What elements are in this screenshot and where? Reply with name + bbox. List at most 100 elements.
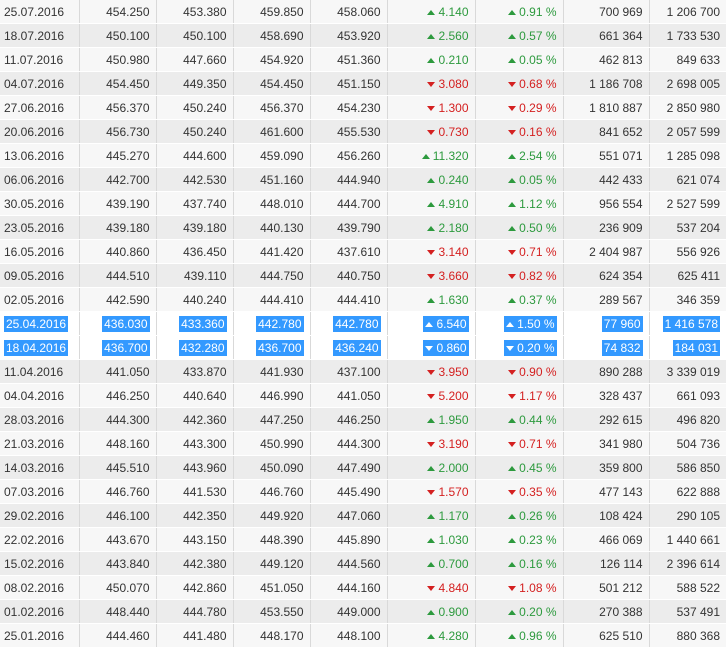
close-value: 446.250 (337, 412, 381, 427)
low-value: 442.380 (183, 556, 227, 571)
close-cell: 444.410 (310, 287, 388, 312)
close-cell: 447.060 (310, 503, 388, 528)
high-cell: 459.850 (233, 0, 311, 24)
arrow-up-icon (508, 9, 517, 15)
change-percent-text: 0.26 % (519, 508, 557, 523)
low-cell: 444.780 (156, 599, 234, 624)
date-cell: 27.06.2016 (0, 95, 80, 120)
open-value: 445.270 (106, 148, 150, 163)
table-row[interactable]: 06.06.2016 442.700 442.530 451.160 444.940 0.… (0, 167, 726, 192)
low-value: 432.280 (179, 339, 227, 356)
open-cell: 446.250 (79, 383, 157, 408)
table-row[interactable]: 18.07.2016 450.100 450.100 458.690 453.920 2.… (0, 23, 726, 48)
table-row[interactable]: 29.02.2016 446.100 442.350 449.920 447.060 1.… (0, 503, 726, 528)
arrow-up-icon (427, 609, 436, 615)
high-value: 441.930 (260, 364, 304, 379)
open-value: 450.100 (106, 28, 150, 43)
table-row[interactable]: 18.04.2016 436.700 432.280 436.700 436.240 0.… (0, 335, 726, 360)
turnover-cell: 1 440 661 (649, 527, 726, 552)
volume-cell: 477 143 (563, 479, 650, 504)
low-value: 453.380 (183, 4, 227, 19)
table-row[interactable]: 22.02.2016 443.670 443.150 448.390 445.890 1.… (0, 527, 726, 552)
low-cell: 443.300 (156, 431, 234, 456)
table-row[interactable]: 21.03.2016 448.160 443.300 450.990 444.300 3.… (0, 431, 726, 456)
table-row[interactable]: 09.05.2016 444.510 439.110 444.750 440.750 3.… (0, 263, 726, 288)
date-value: 18.07.2016 (4, 28, 65, 43)
table-row[interactable]: 11.04.2016 441.050 433.870 441.930 437.100 3.… (0, 359, 726, 384)
change-percent-cell: 0.68 % (475, 71, 564, 96)
arrow-up-icon (506, 321, 515, 327)
change-text: 1.170 (438, 508, 469, 523)
table-row[interactable]: 08.02.2016 450.070 442.860 451.050 444.160 4.… (0, 575, 726, 600)
change-percent-cell: 1.17 % (475, 383, 564, 408)
table-row[interactable]: 13.06.2016 445.270 444.600 459.090 456.260 11… (0, 143, 726, 168)
high-cell: 456.370 (233, 95, 311, 120)
table-row[interactable]: 11.07.2016 450.980 447.660 454.920 451.360 0.… (0, 47, 726, 72)
table-row[interactable]: 30.05.2016 439.190 437.740 448.010 444.700 4.… (0, 191, 726, 216)
change-text: 0.900 (438, 604, 469, 619)
change-percent-text: 0.20 % (519, 604, 557, 619)
change-percent-value: 1.12 % (519, 197, 556, 211)
table-row[interactable]: 01.02.2016 448.440 444.780 453.550 449.000 0.… (0, 599, 726, 624)
change-text: 4.140 (438, 4, 469, 19)
low-value: 443.150 (183, 532, 227, 547)
volume-value: 442 433 (599, 172, 643, 187)
low-value: 439.110 (184, 268, 227, 283)
volume-value: 841 652 (599, 124, 643, 139)
volume-cell: 74 832 (563, 335, 650, 360)
date-value: 25.01.2016 (4, 628, 65, 643)
table-row[interactable]: 23.05.2016 439.180 439.180 440.130 439.790 2.… (0, 215, 726, 240)
open-value: 454.450 (106, 76, 150, 91)
low-cell: 442.530 (156, 167, 234, 192)
high-cell: 458.690 (233, 23, 311, 48)
low-cell: 440.640 (156, 383, 234, 408)
arrow-up-icon (508, 561, 517, 567)
high-value: 440.130 (260, 220, 304, 235)
table-row[interactable]: 02.05.2016 442.590 440.240 444.410 444.410 1.… (0, 287, 726, 312)
high-value: 450.090 (260, 460, 304, 475)
open-cell: 442.700 (79, 167, 157, 192)
change-value: 1.300 (438, 101, 468, 115)
change-value: 4.280 (438, 629, 468, 643)
open-cell: 456.730 (79, 119, 157, 144)
table-row[interactable]: 28.03.2016 444.300 442.360 447.250 446.250 1.… (0, 407, 726, 432)
change-value: 2.180 (438, 221, 468, 235)
change-cell: 4.140 (387, 0, 476, 24)
weekly-quotes-table: 25.07.2016 454.250 453.380 459.850 458.060 4.… (0, 0, 726, 648)
table-row[interactable]: 16.05.2016 440.860 436.450 441.420 437.610 3.… (0, 239, 726, 264)
change-percent-cell: 0.29 % (475, 95, 564, 120)
low-value: 442.350 (183, 508, 227, 523)
change-percent-cell: 0.20 % (475, 335, 564, 360)
table-row[interactable]: 04.04.2016 446.250 440.640 446.990 441.050 5.… (0, 383, 726, 408)
open-cell: 456.370 (79, 95, 157, 120)
table-row[interactable]: 15.02.2016 443.840 442.380 449.120 444.560 0.… (0, 551, 726, 576)
volume-value: 1 186 708 (589, 76, 643, 91)
table-row[interactable]: 20.06.2016 456.730 450.240 461.600 455.530 0.… (0, 119, 726, 144)
table-row[interactable]: 25.01.2016 444.460 441.480 448.170 448.100 4.… (0, 623, 726, 648)
turnover-cell: 290 105 (649, 503, 726, 528)
change-cell: 4.910 (387, 191, 476, 216)
table-row[interactable]: 04.07.2016 454.450 449.350 454.450 451.150 3.… (0, 71, 726, 96)
open-value: 444.460 (106, 628, 150, 643)
table-row[interactable]: 14.03.2016 445.510 443.960 450.090 447.490 2.… (0, 455, 726, 480)
table-row[interactable]: 25.04.2016 436.030 433.360 442.780 442.780 6.… (0, 311, 726, 336)
low-cell: 433.870 (156, 359, 234, 384)
close-cell: 444.940 (310, 167, 388, 192)
turnover-value: 586 850 (676, 460, 720, 475)
date-cell: 23.05.2016 (0, 215, 80, 240)
low-value: 447.660 (183, 52, 227, 67)
turnover-cell: 588 522 (649, 575, 726, 600)
table-row[interactable]: 27.06.2016 456.370 450.240 456.370 454.230 1.… (0, 95, 726, 120)
change-value: 1.950 (438, 413, 468, 427)
change-value: 1.030 (438, 533, 468, 547)
open-value: 456.730 (106, 124, 150, 139)
table-row[interactable]: 07.03.2016 446.760 441.530 446.760 445.490 1.… (0, 479, 726, 504)
volume-cell: 77 960 (563, 311, 650, 336)
low-cell: 443.150 (156, 527, 234, 552)
close-cell: 446.250 (310, 407, 388, 432)
table-row[interactable]: 25.07.2016 454.250 453.380 459.850 458.060 4.… (0, 0, 726, 24)
low-cell: 439.110 (156, 263, 234, 288)
date-value: 02.05.2016 (4, 292, 65, 307)
high-value: 454.920 (260, 52, 304, 67)
volume-value: 2 404 987 (589, 244, 643, 259)
